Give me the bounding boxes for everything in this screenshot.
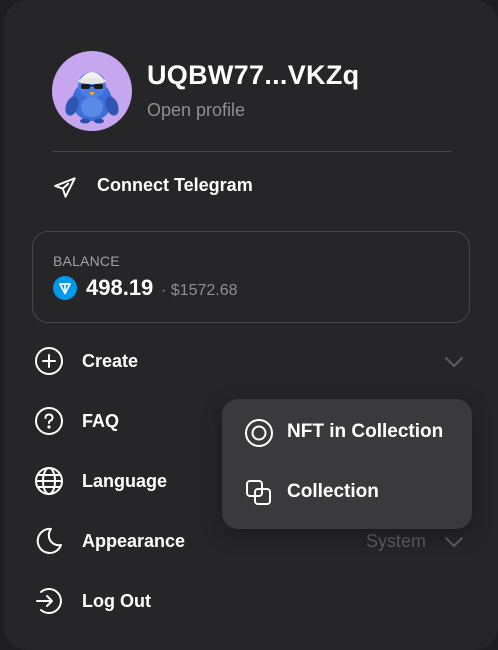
avatar[interactable]: [52, 51, 132, 131]
menu-item-logout-label: Log Out: [82, 591, 151, 611]
menu-item-appearance[interactable]: Appearance System: [34, 525, 474, 557]
popup-item-label: NFT in Collection: [287, 421, 444, 442]
popup-item-label: Collection: [287, 481, 379, 502]
menu-item-appearance-label: Appearance: [82, 531, 186, 551]
balance-amount: 498.19: [86, 275, 154, 300]
chevron-down-icon: [444, 355, 464, 373]
open-profile-link[interactable]: Open profile: [147, 100, 245, 121]
logout-icon: [34, 586, 64, 621]
divider: [52, 151, 452, 152]
plus-circle-icon: [34, 346, 64, 381]
connect-telegram-label: Connect Telegram: [97, 175, 253, 195]
popup-item-collection[interactable]: Collection: [222, 468, 472, 518]
globe-icon: [34, 466, 64, 501]
appearance-value: System: [366, 531, 427, 551]
ton-icon: [53, 276, 77, 305]
create-popup-menu: NFT in Collection Collection: [222, 399, 472, 529]
menu-item-create-label: Create: [82, 351, 139, 371]
menu-item-language-label: Language: [82, 471, 168, 491]
menu-item-logout[interactable]: Log Out: [34, 585, 474, 617]
overlapping-squares-icon: [244, 478, 274, 513]
balance-usd: · $1572.68: [161, 282, 238, 299]
chevron-down-icon: [444, 535, 464, 553]
question-circle-icon: [34, 406, 64, 441]
target-icon: [244, 418, 274, 453]
paper-plane-icon: [52, 174, 78, 205]
popup-item-nft-in-collection[interactable]: NFT in Collection: [222, 408, 472, 458]
balance-label: BALANCE: [53, 253, 120, 269]
menu-item-faq-label: FAQ: [82, 411, 120, 431]
balance-card: BALANCE 498.19 · $1572.68: [32, 231, 470, 323]
connect-telegram-button[interactable]: Connect Telegram: [52, 172, 352, 202]
penguin-avatar-icon: [65, 72, 119, 124]
moon-icon: [34, 526, 64, 561]
wallet-address: UQBW77...VKZq: [147, 60, 360, 90]
menu-item-create[interactable]: Create: [34, 345, 474, 377]
